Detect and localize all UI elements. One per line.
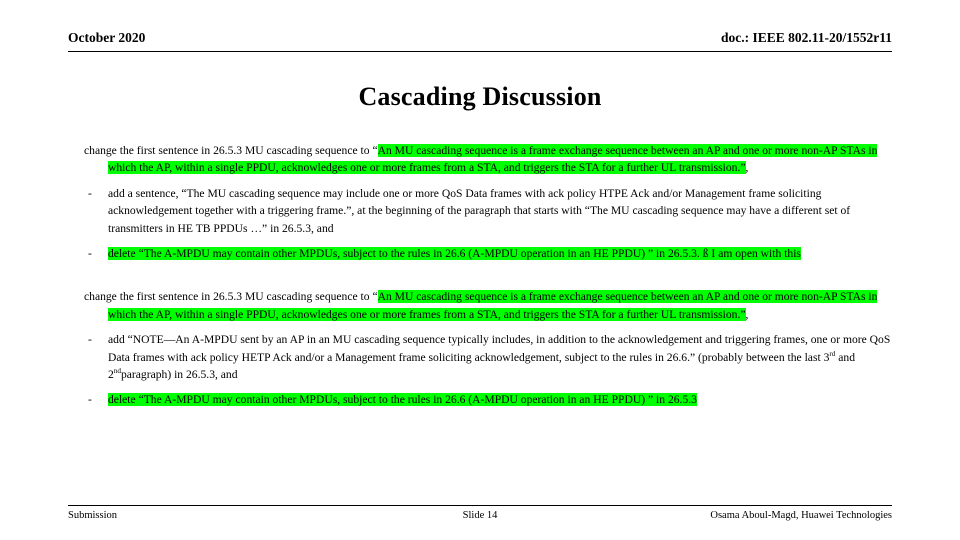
slide-body: change the first sentence in 26.5.3 MU c… [68, 142, 892, 409]
header-doc-number: doc.: IEEE 802.11-20/1552r11 [720, 30, 892, 45]
bullet-add-note-2-text-part3: paragraph) in 26.5.3, and [120, 368, 238, 382]
bullet-add-note-2-text-part1: add “NOTE—An A-MPDU sent by an AP in an … [108, 333, 891, 364]
bullet-dash-icon: - [88, 247, 92, 261]
change-tail-text-2: , [745, 307, 749, 321]
slide: October 2020 doc.: IEEE 802.11-20/1552r1… [0, 0, 960, 540]
bullet-delete-1-highlighted-text: delete “The A-MPDU may contain other MPD… [108, 247, 801, 261]
bullet-dash-icon: - [88, 186, 92, 200]
change-lead-text-1: change the first sentence in 26.5.3 MU c… [84, 144, 378, 157]
ordinal-second-suffix: nd [113, 367, 121, 376]
footer-divider [68, 505, 892, 506]
bullet-delete-2-highlighted-text: delete “The A-MPDU may contain other MPD… [108, 393, 697, 407]
change-lead-text-2: change the first sentence in 26.5.3 MU c… [84, 290, 378, 304]
bullet-delete-1: - delete “The A-MPDU may contain other MP… [68, 245, 892, 262]
bullet-add-sentence-1-text: add a sentence, “The MU cascading sequen… [108, 186, 851, 235]
bullet-dash-icon: - [88, 333, 92, 347]
footer-submission-label: Submission [68, 510, 118, 521]
page-title: Cascading Discussion [358, 82, 602, 111]
bullet-dash-icon: - [88, 393, 92, 407]
slide-footer: Slide 14 Submission Osama Aboul-Magd, Hu… [68, 510, 892, 528]
header-date: October 2020 [68, 30, 146, 45]
paragraph-change-sentence-1: change the first sentence in 26.5.3 MU c… [68, 142, 892, 177]
slide-header: October 2020 doc.: IEEE 802.11-20/1552r1… [68, 30, 892, 52]
bullet-add-note-2-text-part2: and [835, 350, 856, 364]
footer-author: Osama Aboul-Magd, Huawei Technologies [710, 510, 892, 521]
bullet-add-note-2: - add “NOTE—An A-MPDU sent by an AP in an… [68, 331, 892, 383]
bullet-delete-2: - delete “The A-MPDU may contain other MP… [68, 391, 892, 408]
paragraph-change-sentence-2: change the first sentence in 26.5.3 MU c… [68, 288, 892, 323]
change-tail-text-1: , [745, 161, 749, 175]
header-divider [68, 51, 892, 52]
bullet-add-sentence-1: - add a sentence, “The MU cascading seque… [68, 185, 892, 237]
